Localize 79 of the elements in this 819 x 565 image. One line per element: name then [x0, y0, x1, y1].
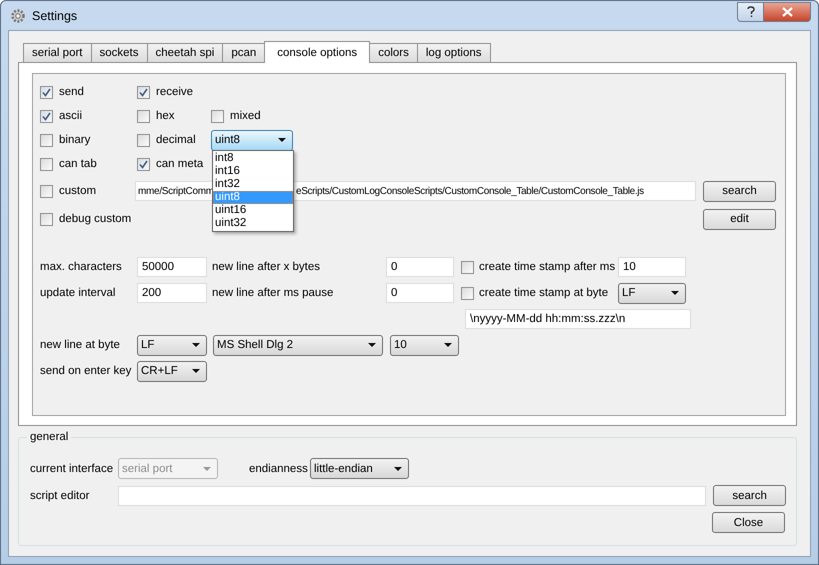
tab[interactable]: cheetah spi: [146, 43, 224, 62]
checkbox-label: hex: [156, 110, 175, 122]
field-label: current interface: [30, 462, 114, 474]
checkbox[interactable]: [137, 134, 150, 146]
tab[interactable]: log options: [416, 43, 490, 62]
checkbox[interactable]: [461, 286, 474, 300]
field-label: new line at byte: [40, 339, 121, 351]
checkbox-label: send: [59, 86, 84, 98]
checkbox-label: debug custom: [59, 213, 132, 225]
push-button[interactable]: edit: [703, 208, 776, 230]
enter-key-dropdown[interactable]: CR+LF: [137, 360, 207, 382]
tab[interactable]: serial port: [23, 43, 92, 62]
checkbox[interactable]: [137, 158, 150, 170]
caret-icon: [444, 343, 452, 347]
close-dialog-button[interactable]: Close: [712, 512, 785, 533]
field-label: script editor: [30, 490, 90, 502]
checkbox[interactable]: [461, 260, 474, 274]
byte-dropdown[interactable]: LF: [137, 334, 207, 356]
checkbox-label: ascii: [59, 110, 82, 122]
script-editor-field[interactable]: [118, 486, 706, 506]
byte-dropdown[interactable]: LF: [618, 282, 686, 304]
checkbox-label: create time stamp at byte: [478, 287, 610, 299]
checkbox[interactable]: [137, 86, 150, 98]
number-field[interactable]: 0: [386, 283, 454, 303]
checkbox-label: can tab: [59, 158, 97, 170]
group-title: general: [27, 431, 72, 443]
number-field[interactable]: 200: [137, 283, 207, 303]
font-dropdown[interactable]: MS Shell Dlg 2: [213, 334, 383, 356]
field-label: new line after x bytes: [211, 261, 322, 273]
close-button[interactable]: [764, 2, 811, 22]
checkbox[interactable]: [40, 134, 53, 146]
number-field[interactable]: 50000: [137, 257, 207, 277]
caret-icon: [203, 466, 211, 470]
checkbox-label: receive: [156, 86, 194, 98]
checkbox-label: mixed: [230, 110, 261, 122]
number-field[interactable]: 10: [618, 257, 686, 277]
checkbox[interactable]: [40, 184, 53, 198]
field-label: new line after ms pause: [211, 287, 334, 299]
search-button[interactable]: search: [713, 485, 786, 506]
gear-icon: [10, 8, 26, 24]
font-size-dropdown[interactable]: 10: [390, 334, 459, 356]
help-button[interactable]: [737, 2, 764, 22]
endianness-dropdown[interactable]: little-endian: [310, 458, 409, 479]
checkbox-label: can meta: [156, 158, 204, 170]
field-label: max. characters: [40, 261, 123, 273]
checkbox-label: binary: [59, 134, 90, 146]
checkbox[interactable]: [40, 158, 53, 170]
caret-icon: [671, 291, 679, 295]
checkbox-label: decimal: [156, 134, 196, 146]
window-title: Settings: [32, 8, 78, 22]
caret-icon: [278, 138, 286, 142]
push-button[interactable]: search: [703, 180, 776, 202]
tab[interactable]: colors: [369, 43, 418, 62]
help-icon: [746, 6, 754, 18]
type-dropdown[interactable]: uint8: [211, 130, 293, 150]
checkbox-label: custom: [59, 185, 96, 197]
checkbox[interactable]: [137, 110, 150, 122]
tab[interactable]: sockets: [90, 43, 148, 62]
tab[interactable]: console options: [264, 41, 370, 63]
timestamp-format-field[interactable]: \nyyyy-MM-dd hh:mm:ss.zzz\n: [465, 309, 691, 329]
caret-icon: [368, 343, 376, 347]
close-icon: [782, 6, 792, 16]
caret-icon: [192, 343, 200, 347]
field-label: update interval: [40, 287, 116, 299]
checkbox[interactable]: [40, 212, 53, 226]
checkbox[interactable]: [40, 110, 53, 122]
tab[interactable]: pcan: [222, 43, 266, 62]
caret-icon: [192, 369, 200, 373]
dropdown-option[interactable]: int16: [213, 164, 293, 178]
dropdown-option[interactable]: int8: [213, 152, 293, 164]
checkbox[interactable]: [211, 110, 224, 122]
number-field[interactable]: 0: [386, 257, 454, 277]
checkbox[interactable]: [40, 86, 53, 98]
field-label: endianness: [249, 462, 309, 474]
caret-icon: [394, 466, 402, 470]
checkbox-label: create time stamp after ms: [478, 261, 616, 273]
dropdown-option[interactable]: uint32: [213, 216, 293, 230]
dropdown-option[interactable]: uint16: [213, 204, 293, 216]
field-label: send on enter key: [40, 365, 132, 377]
